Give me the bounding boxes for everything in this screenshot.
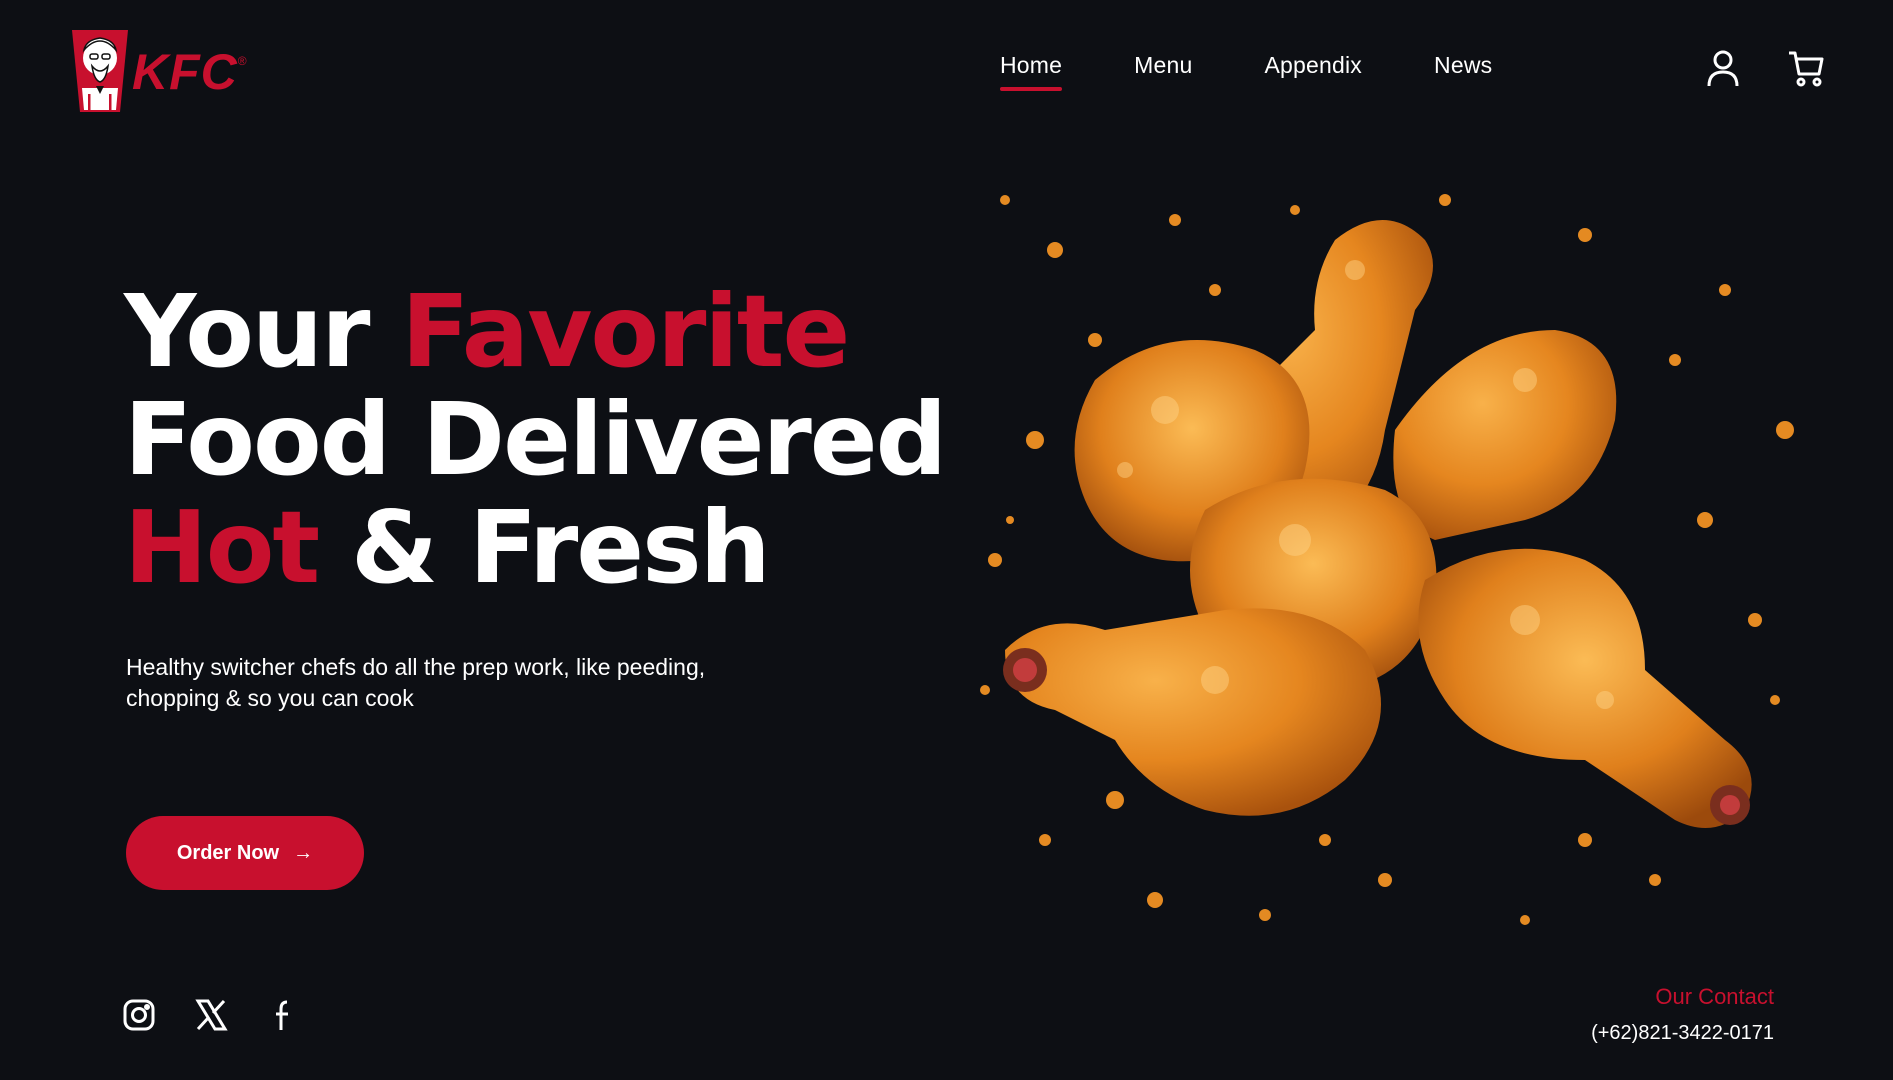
fried-chicken-image <box>980 194 1794 925</box>
cart-icon[interactable] <box>1787 48 1824 88</box>
headline-fresh: & Fresh <box>351 489 771 606</box>
hero-subtitle: Healthy switcher chefs do all the prep w… <box>126 654 706 711</box>
contact-block: Our Contact (+62)821-3422-0171 <box>1591 984 1774 1045</box>
user-icon[interactable] <box>1705 48 1741 88</box>
headline-hot: Hot <box>124 489 320 606</box>
logo-wordmark: KFC <box>132 44 238 100</box>
registered-mark: ® <box>237 54 247 68</box>
headline-food-delivered: Food Delivered <box>124 381 947 498</box>
nav-item-home[interactable]: Home <box>1000 52 1063 91</box>
header-actions <box>1659 48 1824 88</box>
nav-item-menu[interactable]: Menu <box>1134 52 1192 79</box>
headline-favorite: Favorite <box>401 273 850 390</box>
nav-item-news[interactable]: News <box>1434 52 1492 79</box>
x-icon[interactable] <box>194 998 228 1032</box>
headline-your: Your <box>124 273 370 390</box>
kfc-logo[interactable]: KFC ® <box>70 24 247 114</box>
social-links <box>122 998 338 1032</box>
contact-phone[interactable]: (+62)821-3422-0171 <box>1591 1022 1774 1045</box>
contact-label: Our Contact <box>1655 984 1774 1009</box>
instagram-icon[interactable] <box>122 998 156 1032</box>
nav-item-appendix[interactable]: Appendix <box>1265 52 1363 79</box>
arrow-right-icon: → <box>293 841 314 864</box>
hero-headline: Your Favorite Food Delivered Hot & Fresh <box>124 278 947 602</box>
facebook-icon[interactable] <box>266 998 300 1032</box>
main-nav: Home Menu Appendix News <box>1000 52 1564 91</box>
order-now-button[interactable]: Order Now → <box>126 816 364 890</box>
order-now-label: Order Now <box>176 841 280 864</box>
colonel-logo-icon <box>72 30 128 112</box>
